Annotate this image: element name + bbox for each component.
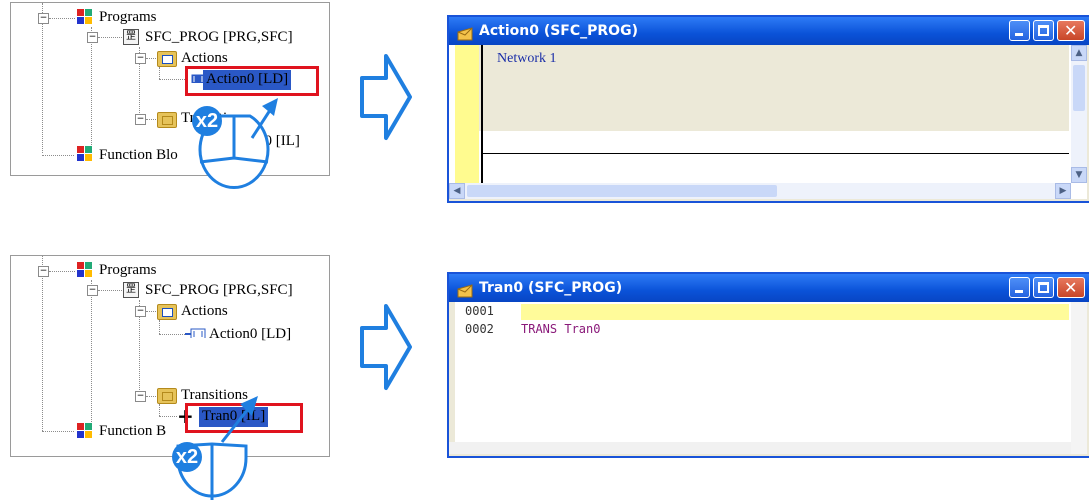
tree-line: [42, 256, 43, 431]
horizontal-scrollbar[interactable]: ◀ ▶: [449, 183, 1071, 199]
tree-line: [98, 290, 122, 291]
scroll-up-icon[interactable]: ▲: [1071, 45, 1087, 61]
editor-edge: [449, 302, 455, 454]
network-divider: [481, 153, 1069, 154]
ld-action-icon: [185, 328, 206, 338]
maximize-button[interactable]: [1033, 20, 1054, 41]
scroll-right-icon[interactable]: ▶: [1055, 183, 1071, 199]
tree-line: [146, 311, 156, 312]
close-button[interactable]: ✕: [1057, 20, 1085, 41]
double-click-badge: x2: [172, 442, 202, 472]
sfc-program-icon: 罡: [123, 282, 139, 298]
tree-item-action0[interactable]: Action0 [LD]: [209, 325, 291, 343]
collapse-toggle[interactable]: −: [87, 32, 98, 43]
window-title: Tran0 (SFC_PROG): [479, 280, 623, 296]
minimize-button[interactable]: [1009, 20, 1030, 41]
tree-item-actions[interactable]: Actions: [181, 302, 228, 320]
folder-icon: [157, 304, 177, 320]
double-click-badge: x2: [192, 106, 222, 136]
tree-line: [159, 67, 160, 79]
window-icon: [457, 281, 473, 298]
window-titlebar[interactable]: Action0 (SFC_PROG) ✕: [449, 17, 1089, 45]
tree-item-actions[interactable]: Actions: [181, 49, 228, 67]
tree-line: [159, 79, 185, 80]
tree-item-programs[interactable]: Programs: [99, 8, 157, 26]
maximize-button[interactable]: [1033, 277, 1054, 298]
tree-line: [146, 119, 156, 120]
tree-item-sfc-prog[interactable]: SFC_PROG [PRG,SFC]: [145, 281, 293, 299]
tree-line: [91, 280, 92, 430]
tree-line: [98, 37, 122, 38]
current-line-highlight: [521, 304, 1069, 320]
sfc-program-icon: 罡: [123, 29, 139, 45]
minimize-button[interactable]: [1009, 277, 1030, 298]
scroll-left-icon[interactable]: ◀: [449, 183, 465, 199]
window-icon: [457, 24, 473, 41]
network-area: [479, 45, 1069, 131]
collapse-toggle[interactable]: −: [135, 53, 146, 64]
folder-icon: [157, 112, 177, 128]
close-button[interactable]: ✕: [1057, 277, 1085, 298]
collapse-toggle[interactable]: −: [38, 13, 49, 24]
vertical-scrollbar[interactable]: [1071, 302, 1087, 454]
scroll-down-icon[interactable]: ▼: [1071, 167, 1087, 183]
window-title: Action0 (SFC_PROG): [479, 23, 638, 39]
horizontal-scrollbar[interactable]: [449, 442, 1071, 454]
folder-icon: [157, 51, 177, 67]
ld-editor-area[interactable]: Network 1 ▲ ▼ ◀ ▶: [449, 45, 1087, 199]
code-line[interactable]: TRANS Tran0: [521, 322, 600, 336]
tree-item-sfc-prog[interactable]: SFC_PROG [PRG,SFC]: [145, 28, 293, 46]
tree-line: [159, 320, 160, 334]
function-block-icon: [77, 146, 93, 162]
collapse-toggle[interactable]: −: [135, 114, 146, 125]
collapse-toggle[interactable]: −: [135, 306, 146, 317]
tree-line: [146, 396, 156, 397]
program-group-icon: [77, 9, 93, 25]
tree-line: [42, 431, 74, 432]
tree-item-function-blocks[interactable]: Function Blo: [99, 146, 178, 164]
tree-line: [159, 404, 160, 416]
network-label: Network 1: [497, 51, 557, 66]
tree-line: [49, 271, 75, 272]
tree-item-function-blocks[interactable]: Function B: [99, 422, 166, 440]
tree-line: [146, 58, 156, 59]
tree-item-programs[interactable]: Programs: [99, 261, 157, 279]
tree-line: [91, 27, 92, 147]
selection-highlight-box: [185, 66, 319, 96]
collapse-toggle[interactable]: −: [38, 266, 49, 277]
tree-line: [42, 155, 74, 156]
tree-line: [49, 18, 75, 19]
scroll-thumb[interactable]: [1073, 65, 1085, 111]
power-rail: [481, 45, 483, 183]
arrow-right-icon: [360, 304, 412, 390]
arrow-right-icon: [360, 54, 412, 140]
rung-margin: [455, 45, 479, 183]
vertical-scrollbar[interactable]: ▲ ▼: [1071, 45, 1087, 183]
program-group-icon: [77, 262, 93, 278]
action0-editor-window: Action0 (SFC_PROG) ✕ Network 1 ▲ ▼ ◀ ▶: [447, 15, 1089, 203]
tran0-editor-window: Tran0 (SFC_PROG) ✕ 0001 0002 TRANS Tran0: [447, 272, 1089, 458]
line-number: 0001: [465, 304, 494, 318]
line-number: 0002: [465, 322, 494, 336]
function-block-icon: [77, 423, 93, 439]
window-titlebar[interactable]: Tran0 (SFC_PROG) ✕: [449, 274, 1089, 302]
tree-line: [159, 334, 185, 335]
il-editor-area[interactable]: 0001 0002 TRANS Tran0: [449, 302, 1087, 454]
tree-line: [42, 3, 43, 153]
collapse-toggle[interactable]: −: [87, 285, 98, 296]
collapse-toggle[interactable]: −: [135, 391, 146, 402]
scroll-thumb[interactable]: [467, 185, 777, 197]
